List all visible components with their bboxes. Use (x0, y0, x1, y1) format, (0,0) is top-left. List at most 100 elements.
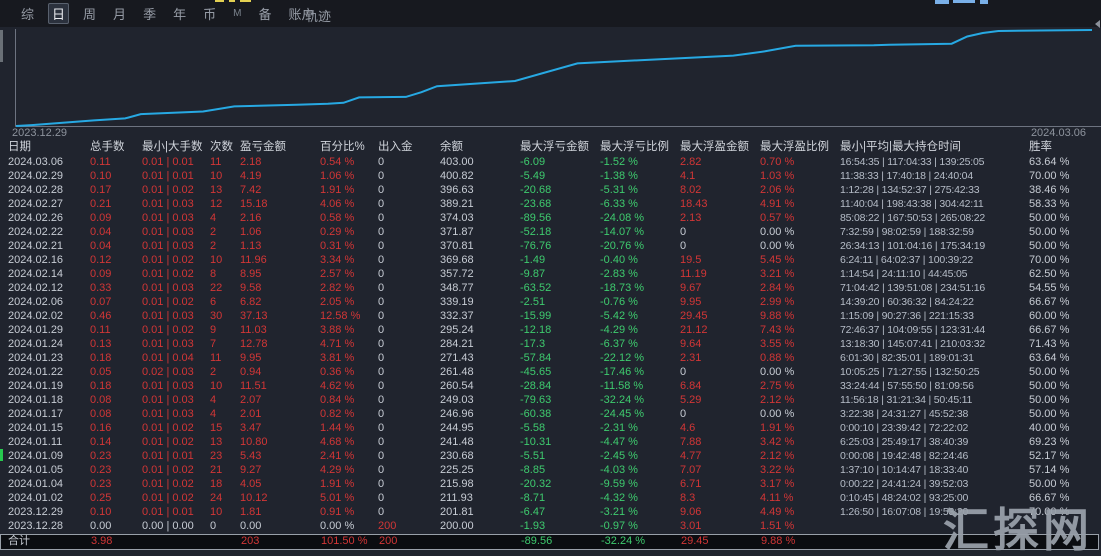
toolbar-item-trail[interactable]: 轨迹 (305, 6, 331, 25)
cell: 0.18 (90, 352, 112, 364)
cell: 33:24:44 | 57:55:50 | 81:09:56 (840, 380, 974, 392)
toolbar-item-8[interactable]: 备 (255, 3, 274, 24)
column-header-4: 盈亏金额 (240, 141, 286, 153)
table-row[interactable]: 2024.02.06 0.07 0.01 | 0.02 6 6.82 2.05 % 0 339… (0, 295, 1101, 309)
table-row[interactable]: 2024.02.28 0.17 0.01 | 0.02 13 7.42 1.91 % 0 39… (0, 183, 1101, 197)
cell: 50.00 % (1029, 212, 1070, 224)
cell: 0 (210, 520, 217, 532)
total-cell: 合计 (8, 535, 30, 547)
cell: 50.00 % (1029, 394, 1070, 406)
table-row[interactable]: 2024.02.14 0.09 0.01 | 0.02 8 8.95 2.57 % 0 357… (0, 267, 1101, 281)
cell: 2.05 % (320, 296, 355, 308)
table-row[interactable]: 2024.02.02 0.46 0.01 | 0.03 30 37.13 12.58 % 0… (0, 309, 1101, 323)
total-row[interactable]: 合计 3.98 203 101.50 % 200 -89.56 -32.24 % 29.45 9… (0, 534, 1099, 550)
cell: 371.87 (440, 226, 474, 238)
table-row[interactable]: 2024.01.18 0.08 0.01 | 0.03 4 2.07 0.84 % 0 249… (0, 393, 1101, 407)
cell: 0.08 (90, 394, 112, 406)
cell: 50.00 % (1029, 226, 1070, 238)
cell: -20.32 (520, 478, 552, 490)
cell: 0 (378, 478, 385, 490)
cell: 7.43 % (760, 324, 795, 336)
table-row[interactable]: 2023.12.29 0.10 0.01 | 0.01 10 1.81 0.91 % 0 20… (0, 505, 1101, 519)
table-row[interactable]: 2024.01.22 0.05 0.02 | 0.03 2 0.94 0.36 % 0 261… (0, 365, 1101, 379)
table-row[interactable]: 2024.01.11 0.14 0.01 | 0.02 13 10.80 4.68 % 0 2… (0, 435, 1101, 449)
cell: 0.01 | 0.02 (142, 464, 194, 476)
cell: 0.00 % (760, 226, 795, 238)
table-row[interactable]: 2024.02.12 0.33 0.01 | 0.03 22 9.58 2.82 % 0 34… (0, 281, 1101, 295)
table-row[interactable]: 2024.01.29 0.11 0.01 | 0.02 9 11.03 3.88 % 0 29… (0, 323, 1101, 337)
cell: 200.00 (440, 520, 474, 532)
toolbar-item-7[interactable]: M (230, 7, 244, 20)
column-header-13: 胜率 (1029, 141, 1052, 153)
toolbar-item-5[interactable]: 年 (170, 3, 189, 24)
cell: -11.58 % (600, 380, 644, 392)
table-row[interactable]: 2024.01.04 0.23 0.01 | 0.02 18 4.05 1.91 % 0 21… (0, 477, 1101, 491)
table-row[interactable]: 2024.02.29 0.10 0.01 | 0.01 10 4.19 1.06 % 0 40… (0, 169, 1101, 183)
cell: 1:14:54 | 24:11:10 | 44:45:05 (840, 268, 968, 280)
table-row[interactable]: 2024.01.23 0.18 0.01 | 0.04 11 9.95 3.81 % 0 27… (0, 351, 1101, 365)
toolbar-item-4[interactable]: 季 (140, 3, 159, 24)
toolbar-item-3[interactable]: 月 (110, 3, 129, 24)
cell: 9.27 (240, 464, 262, 476)
table-body: 2024.03.06 0.11 0.01 | 0.01 11 2.18 0.54 % 0 40… (0, 155, 1101, 533)
total-cell (209, 535, 239, 549)
table-row[interactable]: 2024.01.05 0.23 0.01 | 0.02 21 9.27 4.29 % 0 22… (0, 463, 1101, 477)
cell: 0.01 | 0.03 (142, 240, 194, 252)
cell: 57.14 % (1029, 464, 1070, 476)
cell: 0.70 % (760, 156, 795, 168)
cell: 70.00 % (1029, 254, 1070, 266)
cell: 0.00 (240, 520, 262, 532)
toolbar-item-2[interactable]: 周 (80, 3, 99, 24)
toolbar-item-1[interactable]: 日 (48, 3, 70, 24)
cell: 4.1 (680, 170, 696, 182)
cell: 22 (210, 282, 223, 294)
cell: 7:32:59 | 98:02:59 | 188:32:59 (840, 226, 974, 238)
table-row[interactable]: 2023.12.28 0.00 0.00 | 0.00 0 0.00 0.00 % 200 2… (0, 519, 1101, 533)
cell: -5.31 % (600, 184, 638, 196)
cell: 2024.02.26 (8, 212, 64, 224)
cell: 1:15:09 | 90:27:36 | 221:15:33 (840, 310, 974, 322)
cell: 0.00 % (320, 520, 355, 532)
cell: 3.55 % (760, 338, 795, 350)
cell: 2.84 % (760, 282, 795, 294)
cell: 0 (378, 198, 385, 210)
cell: 50.00 % (1029, 408, 1070, 420)
cell: 8.95 (240, 268, 262, 280)
toolbar-item-6[interactable]: 币 (200, 3, 219, 24)
table-row[interactable]: 2024.02.26 0.09 0.01 | 0.03 4 2.16 0.58 % 0 374… (0, 211, 1101, 225)
right-edge-arrow-icon[interactable] (1095, 20, 1100, 28)
table-row[interactable]: 2024.03.06 0.11 0.01 | 0.01 11 2.18 0.54 % 0 40… (0, 155, 1101, 169)
cell: 0.94 (240, 366, 262, 378)
table-row[interactable]: 2024.02.16 0.12 0.01 | 0.02 10 11.96 3.34 % 0 3… (0, 253, 1101, 267)
cell: 0.17 (90, 184, 112, 196)
cell: 0 (378, 282, 385, 294)
cell: 0 (378, 338, 385, 350)
cell: 50.00 % (1029, 240, 1070, 252)
cell: 66.67 % (1029, 492, 1070, 504)
table-row[interactable]: 2024.01.09 0.23 0.01 | 0.01 23 5.43 2.41 % 0 23… (0, 449, 1101, 463)
cell: 400.82 (440, 170, 474, 182)
cell: 11.51 (240, 380, 267, 392)
table-row[interactable]: 2024.02.22 0.04 0.01 | 0.03 2 1.06 0.29 % 0 371… (0, 225, 1101, 239)
cell: 13:18:30 | 145:07:41 | 210:03:32 (840, 338, 986, 350)
cell: 0.09 (90, 268, 112, 280)
toolbar-item-0[interactable]: 综 (18, 3, 37, 24)
cell: 0.13 (90, 338, 112, 350)
cell: 0.23 (90, 450, 112, 462)
left-scrollbar-thumb[interactable] (0, 30, 3, 62)
cell: 0.01 | 0.02 (142, 492, 194, 504)
table-row[interactable]: 2024.02.21 0.04 0.01 | 0.03 2 1.13 0.31 % 0 370… (0, 239, 1101, 253)
column-header-10: 最大浮盈金额 (680, 141, 749, 153)
cell: 58.33 % (1029, 198, 1070, 210)
table-row[interactable]: 2024.01.19 0.18 0.01 | 0.03 10 11.51 4.62 % 0 2… (0, 379, 1101, 393)
cell: -10.31 (520, 436, 552, 448)
table-row[interactable]: 2024.02.27 0.21 0.01 | 0.03 12 15.18 4.06 % 0 3… (0, 197, 1101, 211)
column-header-2: 最小|大手数 (142, 141, 203, 153)
table-row[interactable]: 2024.01.15 0.16 0.01 | 0.02 15 3.47 1.44 % 0 24… (0, 421, 1101, 435)
cell: 2.18 (240, 156, 262, 168)
table-row[interactable]: 2024.01.17 0.08 0.01 | 0.03 4 2.01 0.82 % 0 246… (0, 407, 1101, 421)
cell: 2024.01.24 (8, 338, 64, 350)
table-row[interactable]: 2024.01.24 0.13 0.01 | 0.03 7 12.78 4.71 % 0 28… (0, 337, 1101, 351)
cell: 2024.01.02 (8, 492, 64, 504)
table-row[interactable]: 2024.01.02 0.25 0.01 | 0.02 24 10.12 5.01 % 0 2… (0, 491, 1101, 505)
